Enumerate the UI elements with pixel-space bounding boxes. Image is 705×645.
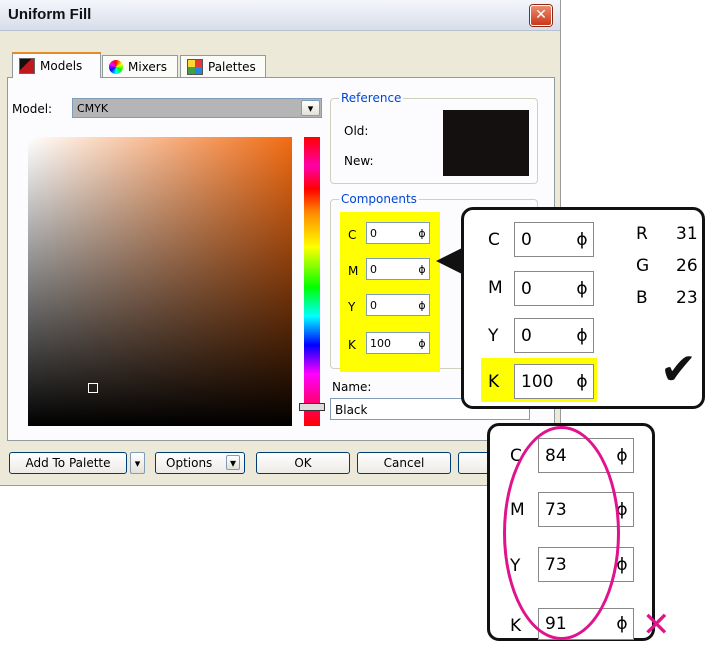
highlight-ellipse	[503, 426, 620, 640]
color-picker-marker[interactable]	[88, 383, 98, 393]
m-spinbox[interactable]: 0 ϕ	[366, 258, 430, 280]
dialog-title: Uniform Fill	[8, 6, 92, 23]
options-button[interactable]: Options ▾	[155, 452, 245, 474]
m-value: 0	[370, 262, 377, 276]
models-icon	[19, 58, 35, 74]
zoom-k-value: 100	[521, 371, 554, 392]
tab-mixers[interactable]: Mixers	[102, 55, 178, 77]
y-value: 0	[370, 298, 377, 312]
model-select-value: CMYK	[77, 102, 109, 115]
reference-group: Reference Old: New:	[330, 91, 538, 184]
zoom-y-field: 0 ϕ	[514, 318, 594, 353]
g-value: 26	[676, 256, 698, 276]
new-label: New:	[344, 154, 374, 168]
cancel-label: Cancel	[383, 456, 425, 470]
add-to-palette-menu-button[interactable]: ▾	[130, 452, 145, 474]
spin-arrows-icon[interactable]: ϕ	[415, 263, 429, 276]
zoom-c-value: 0	[521, 229, 532, 250]
bad-k-label: K	[510, 616, 522, 636]
spin-arrows-icon[interactable]: ϕ	[415, 227, 429, 240]
y-spinbox[interactable]: 0 ϕ	[366, 294, 430, 316]
b-value: 23	[676, 288, 698, 308]
spin-arrows-icon: ϕ	[616, 445, 628, 466]
spin-arrows-icon: ϕ	[576, 325, 588, 346]
zoom-c-label: C	[488, 230, 500, 250]
tab-palettes[interactable]: Palettes	[180, 55, 266, 77]
mixers-icon	[109, 59, 123, 74]
k-value: 100	[370, 336, 391, 350]
zoom-k-label: K	[488, 372, 500, 392]
model-select[interactable]: CMYK ▾	[72, 98, 322, 118]
reference-title: Reference	[339, 91, 404, 105]
c-value: 0	[370, 226, 377, 240]
checkmark-icon: ✔	[660, 344, 697, 395]
model-label: Model:	[12, 102, 53, 116]
spin-arrows-icon[interactable]: ϕ	[415, 299, 429, 312]
add-to-palette-label: Add To Palette	[25, 456, 111, 470]
m-label: M	[348, 264, 359, 278]
model-dropdown-button[interactable]: ▾	[301, 100, 320, 116]
chevron-down-icon: ▾	[134, 456, 141, 470]
spin-arrows-icon: ϕ	[616, 614, 628, 634]
zoom-k-field: 100 ϕ	[514, 364, 594, 399]
options-label: Options	[166, 456, 213, 470]
zoom-callout-incorrect: C 84 ϕ M 73 ϕ Y 73 ϕ K 91 ϕ	[487, 423, 655, 641]
spin-arrows-icon[interactable]: ϕ	[415, 337, 429, 350]
name-value: Black	[335, 403, 368, 417]
b-label: B	[636, 288, 648, 308]
tab-mixers-label: Mixers	[128, 59, 167, 74]
old-label: Old:	[344, 124, 369, 138]
name-label: Name:	[332, 380, 372, 394]
c-spinbox[interactable]: 0 ϕ	[366, 222, 430, 244]
zoom-y-label: Y	[488, 326, 499, 346]
zoom-y-value: 0	[521, 325, 532, 346]
cross-mark-icon: ✕	[642, 605, 671, 645]
zoom-m-value: 0	[521, 278, 532, 299]
cancel-button[interactable]: Cancel	[357, 452, 451, 474]
spin-arrows-icon: ϕ	[576, 278, 588, 299]
y-label: Y	[348, 300, 356, 314]
hue-slider-handle[interactable]	[299, 403, 325, 411]
color-area[interactable]	[28, 137, 292, 426]
k-spinbox[interactable]: 100 ϕ	[366, 332, 430, 354]
add-to-palette-button[interactable]: Add To Palette	[9, 452, 127, 474]
zoom-m-label: M	[488, 278, 503, 298]
tab-models[interactable]: Models	[12, 52, 101, 78]
zoom-callout-correct: C 0 ϕ M 0 ϕ Y 0 ϕ K 100 ϕ R 31 G 26 B 23…	[461, 207, 705, 409]
c-label: C	[348, 228, 357, 242]
tab-palettes-label: Palettes	[208, 59, 256, 74]
ok-button[interactable]: OK	[256, 452, 350, 474]
reference-swatch	[443, 110, 529, 176]
r-value: 31	[676, 224, 698, 244]
spin-arrows-icon: ϕ	[576, 371, 588, 392]
ok-label: OK	[294, 456, 312, 470]
spin-arrows-icon: ϕ	[576, 229, 588, 250]
hue-slider[interactable]	[299, 137, 325, 426]
components-title: Components	[339, 192, 419, 206]
close-button[interactable]: ✕	[530, 5, 552, 26]
close-icon: ✕	[535, 7, 547, 23]
tab-models-label: Models	[40, 59, 83, 73]
zoom-c-field: 0 ϕ	[514, 222, 594, 257]
palettes-icon	[187, 58, 203, 75]
chevron-down-icon: ▾	[226, 455, 240, 470]
chevron-down-icon: ▾	[307, 101, 314, 115]
k-label: K	[348, 338, 356, 352]
r-label: R	[636, 224, 648, 244]
title-bar: Uniform Fill ✕	[0, 0, 560, 31]
g-label: G	[636, 256, 650, 276]
zoom-m-field: 0 ϕ	[514, 271, 594, 306]
